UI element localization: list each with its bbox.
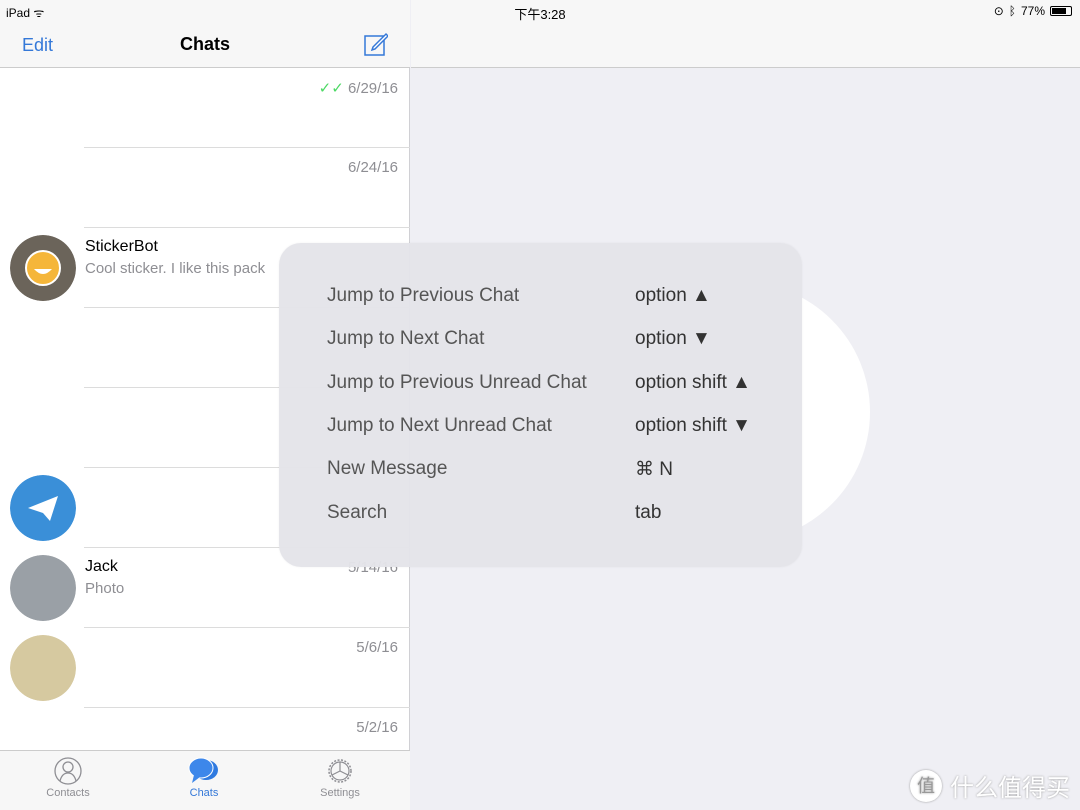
- shortcut-key: option ▼: [635, 328, 711, 350]
- tab-settings[interactable]: Settings: [290, 757, 390, 799]
- shortcut-label: Jump to Next Chat: [327, 328, 485, 350]
- avatar: [10, 555, 76, 621]
- watermark-text: 什么值得买: [950, 775, 1070, 802]
- chat-date: 6/24/16: [348, 159, 398, 176]
- tab-label: Settings: [320, 787, 360, 799]
- shortcut-key: option ▲: [635, 285, 711, 306]
- battery-icon: [1050, 6, 1072, 16]
- shortcut-key: ⌘ N: [635, 459, 673, 481]
- watermark-logo: 值: [910, 769, 942, 802]
- chat-name: Jack: [85, 558, 118, 575]
- chats-icon: [188, 757, 218, 783]
- tab-bar: Contacts Chats Settings: [0, 750, 410, 810]
- date-text: 5/2/16: [356, 719, 398, 736]
- chat-row[interactable]: 5/6/16: [0, 628, 410, 708]
- watermark: 值什么值得买: [910, 768, 1070, 803]
- keyboard-shortcuts-overlay: Jump to Previous Chat option ▲ Jump to Nex…: [279, 243, 802, 567]
- chat-date: 5/2/16: [356, 719, 398, 736]
- read-check-icon: ✓✓: [318, 80, 344, 97]
- shortcut-key: option shift ▼: [635, 414, 751, 436]
- chat-date: ✓✓ 6/29/16: [319, 79, 398, 97]
- date-text: 5/6/16: [356, 639, 398, 656]
- shortcut-label: Jump to Previous Unread Chat: [327, 371, 587, 393]
- chat-row[interactable]: 6/24/16: [0, 148, 410, 228]
- date-text: 6/29/16: [347, 80, 398, 97]
- status-time: 下午3:28: [514, 7, 566, 22]
- battery-percent: 77%: [1020, 4, 1045, 18]
- tab-label: Chats: [189, 787, 219, 799]
- chat-date: 5/6/16: [356, 639, 398, 656]
- shortcut-key: option shift ▲: [635, 371, 751, 393]
- compose-icon[interactable]: [364, 32, 388, 56]
- shortcut-label: Jump to Previous Chat: [327, 285, 520, 306]
- contacts-icon: [54, 757, 82, 785]
- shortcut-label: New Message: [327, 458, 448, 480]
- avatar: [10, 635, 76, 701]
- gear-icon: [328, 759, 352, 783]
- tab-label: Contacts: [46, 787, 90, 799]
- chat-name: StickerBot: [85, 238, 158, 255]
- shortcut-key: tab: [635, 501, 662, 523]
- page-title: Chats: [179, 34, 230, 54]
- chat-preview: Cool sticker. I like this pack: [85, 260, 266, 277]
- status-bar: iPad ᯤ 下午3:28 ⊙ ᛒ 77%: [0, 0, 1080, 22]
- avatar: [10, 475, 76, 541]
- bluetooth-icon: ᛒ: [1008, 4, 1016, 18]
- date-text: 6/24/16: [347, 159, 398, 176]
- status-right: ⊙ ᛒ 77%: [994, 4, 1072, 18]
- shortcut-label: Search: [327, 501, 388, 523]
- chat-preview: Photo: [85, 580, 125, 597]
- chat-row[interactable]: ✓✓ 6/29/16: [0, 68, 410, 148]
- avatar: [10, 235, 76, 301]
- lock-rotation-icon: ⊙: [993, 4, 1004, 18]
- shortcut-label: Jump to Next Unread Chat: [327, 414, 552, 436]
- tab-chats[interactable]: Chats: [154, 757, 254, 799]
- tab-contacts[interactable]: Contacts: [18, 757, 118, 799]
